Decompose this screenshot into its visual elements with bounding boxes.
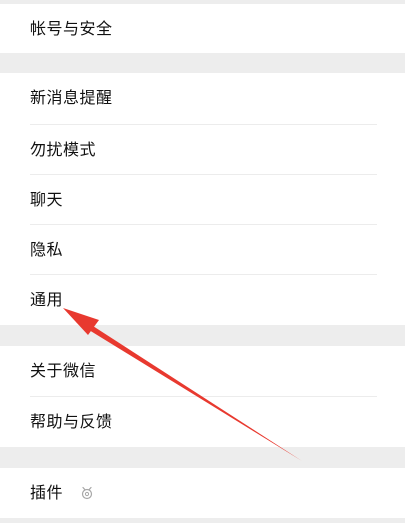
general-item[interactable]: 通用 [0,275,405,325]
chat-label: 聊天 [30,190,64,209]
account-security-item[interactable]: 帐号与安全 [0,4,405,53]
plugins-label: 插件 [30,483,64,502]
plugin-icon [79,485,95,501]
chat-item[interactable]: 聊天 [0,175,405,225]
section-gap [0,325,405,346]
help-feedback-label: 帮助与反馈 [30,412,113,431]
settings-screen: 帐号与安全 新消息提醒 勿扰模式 聊天 隐私 通用 关于微信 帮助与反馈 插件 [0,0,405,523]
help-feedback-item[interactable]: 帮助与反馈 [0,397,405,447]
account-security-label: 帐号与安全 [30,19,113,38]
section-gap [0,53,405,73]
about-wechat-label: 关于微信 [30,361,97,380]
section-gap [0,518,405,523]
plugins-item[interactable]: 插件 [0,468,405,518]
about-wechat-item[interactable]: 关于微信 [0,346,405,396]
new-message-notification-item[interactable]: 新消息提醒 [0,73,405,123]
privacy-item[interactable]: 隐私 [0,225,405,275]
do-not-disturb-label: 勿扰模式 [30,140,97,159]
privacy-label: 隐私 [30,240,64,259]
do-not-disturb-item[interactable]: 勿扰模式 [0,125,405,175]
new-message-notification-label: 新消息提醒 [30,88,113,107]
section-gap [0,447,405,468]
general-label: 通用 [30,290,64,309]
